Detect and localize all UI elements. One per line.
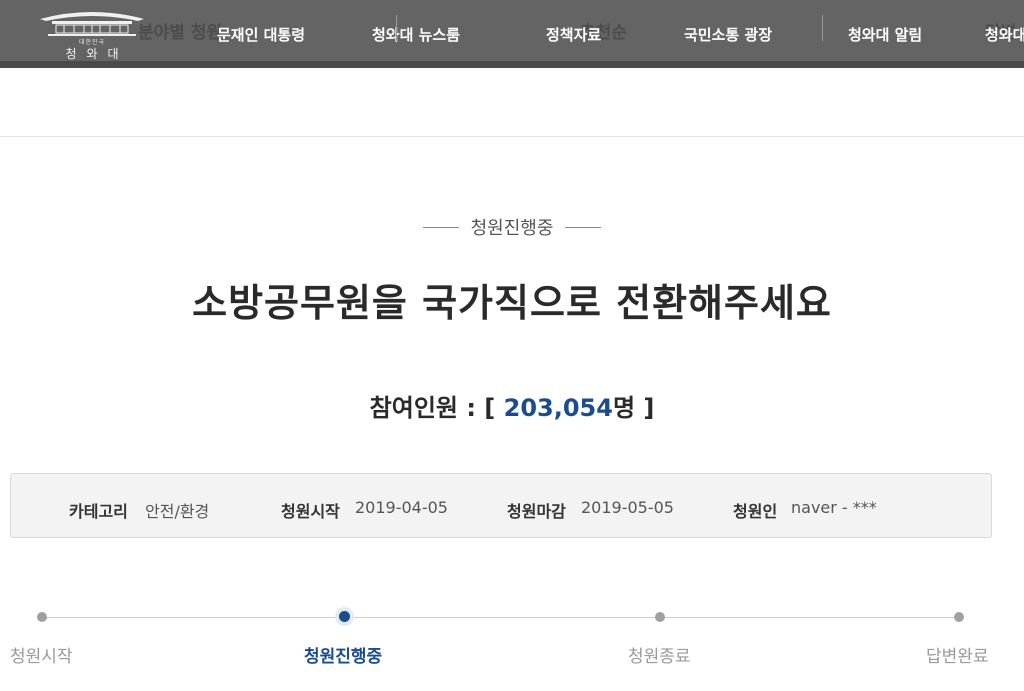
start-date-label: 청원시작: [281, 502, 340, 521]
count-prefix: 참여인원 : [: [369, 394, 496, 422]
progress-dot-current: [339, 611, 350, 622]
petition-status: 청원진행중: [0, 214, 1024, 240]
start-date-value: 2019-04-05: [355, 498, 448, 517]
progress-dot-answered: [954, 612, 964, 622]
author-label: 청원인: [733, 502, 778, 521]
step-label-start: 청원시작: [10, 647, 73, 667]
status-dash-right: [565, 226, 602, 228]
petition-info-box: 카테고리 안전/환경 청원시작 2019-04-05 청원마감 2019-05-…: [10, 473, 992, 538]
nav-item-president[interactable]: 문재인 대통령: [217, 24, 305, 45]
participant-count: 참여인원 : [ 203,054명 ]: [0, 388, 1024, 423]
nav-item-notices[interactable]: 청와대 알림: [848, 24, 922, 45]
count-suffix: 명 ]: [612, 394, 655, 422]
top-navigation-bar: 분야별 청원 추천순 답변 대한민국 청와대 문재인 대통령 청와대 뉴스룸 정…: [0, 0, 1024, 68]
blue-house-roof-icon: [40, 12, 144, 36]
step-label-closed: 청원종료: [628, 647, 691, 667]
nav-divider: [822, 15, 823, 41]
nav-item-public-square[interactable]: 국민소통 광장: [684, 24, 772, 45]
cheongwadae-logo[interactable]: 대한민국 청와대: [34, 7, 150, 61]
category-value: 안전/환경: [145, 502, 210, 521]
step-label-in-progress: 청원진행중: [304, 647, 383, 667]
count-value: 203,054: [503, 394, 613, 422]
logo-name: 청와대: [65, 47, 129, 61]
progress-dot-end: [655, 612, 665, 622]
nav-item-cheongwadae[interactable]: 청와대: [985, 24, 1024, 45]
section-divider: [0, 136, 1024, 137]
status-text: 청원진행중: [470, 218, 554, 239]
progress-track: [42, 617, 959, 618]
background-menu-text: 분야별 청원: [138, 23, 223, 43]
end-date-value: 2019-05-05: [581, 498, 674, 517]
end-date-label: 청원마감: [507, 502, 566, 521]
step-label-answered: 답변완료: [926, 647, 989, 667]
status-dash-left: [422, 226, 459, 228]
nav-divider: [396, 15, 397, 41]
nav-item-policy[interactable]: 정책자료: [546, 24, 601, 45]
nav-item-newsroom[interactable]: 청와대 뉴스룸: [372, 24, 460, 45]
progress-dot-start: [37, 612, 47, 622]
author-value: naver - ***: [791, 498, 877, 517]
petition-title: 소방공무원을 국가직으로 전환해주세요: [192, 281, 832, 325]
category-label: 카테고리: [69, 502, 128, 521]
